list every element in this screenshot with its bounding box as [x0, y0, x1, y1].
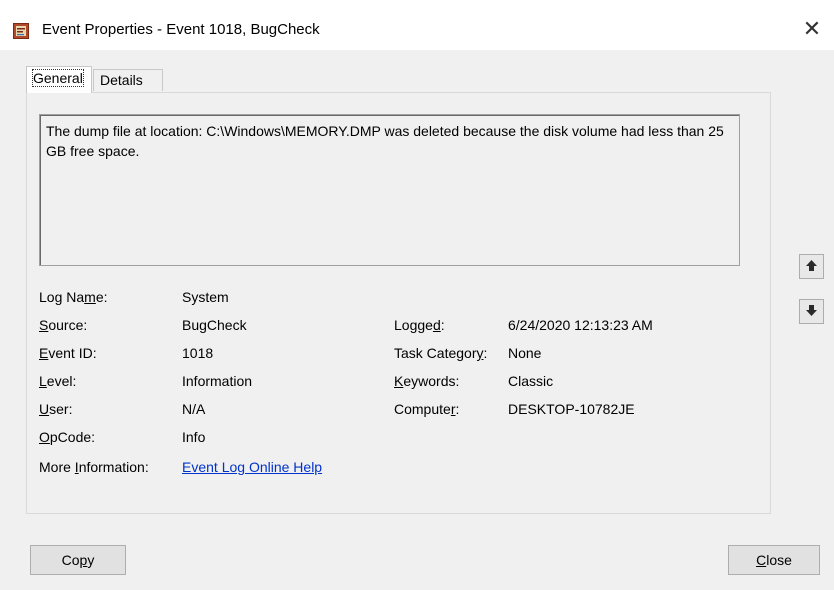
label-text: Compute — [394, 401, 451, 417]
label-text: : — [455, 401, 460, 417]
label-text: nformation: — [78, 459, 149, 475]
label-text: ource: — [48, 317, 88, 333]
tab-details-label: Details — [100, 72, 143, 88]
tab-general[interactable]: General — [26, 66, 92, 93]
previous-event-button[interactable] — [799, 254, 824, 279]
label-text: e: — [95, 289, 108, 305]
label-computer: Computer: — [394, 401, 459, 417]
close-window-icon[interactable]: ✕ — [798, 15, 826, 43]
window-title: Event Properties - Event 1018, BugCheck — [42, 21, 320, 38]
label-text: eywords: — [403, 373, 460, 389]
label-logged: Logged: — [394, 317, 445, 333]
value-keywords[interactable]: Classic — [508, 373, 553, 389]
tab-general-label: General — [32, 69, 84, 87]
arrow-down-icon — [805, 304, 818, 320]
event-description-box[interactable]: The dump file at location: C:\Windows\ME… — [39, 114, 740, 266]
title-bar: Event Properties - Event 1018, BugCheck … — [0, 10, 834, 50]
label-accel: O — [39, 429, 50, 445]
button-text: y — [87, 552, 95, 568]
label-accel: U — [39, 401, 50, 417]
label-user: User: — [39, 401, 72, 417]
value-computer[interactable]: DESKTOP-10782JE — [508, 401, 635, 417]
label-level: Level: — [39, 373, 76, 389]
label-accel: m — [84, 289, 96, 305]
value-log-name[interactable]: System — [182, 289, 229, 305]
label-text: : — [440, 317, 445, 333]
button-accel: C — [756, 552, 767, 568]
copy-button[interactable]: Copy — [30, 545, 126, 575]
label-keywords: Keywords: — [394, 373, 459, 389]
value-source[interactable]: BugCheck — [182, 317, 247, 333]
label-text: : — [483, 345, 488, 361]
arrow-up-icon — [805, 259, 818, 275]
label-text: Task Categor — [394, 345, 477, 361]
value-opcode[interactable]: Info — [182, 429, 205, 445]
label-task-category: Task Category: — [394, 345, 487, 361]
label-text: vent ID: — [48, 345, 97, 361]
value-level[interactable]: Information — [182, 373, 252, 389]
label-accel: K — [394, 373, 404, 389]
label-event-id: Event ID: — [39, 345, 97, 361]
label-text: evel: — [46, 373, 77, 389]
label-log-name: Log Name: — [39, 289, 108, 305]
close-button[interactable]: Close — [728, 545, 820, 575]
label-text: Log Na — [39, 289, 85, 305]
label-source: Source: — [39, 317, 87, 333]
value-logged[interactable]: 6/24/2020 12:13:23 AM — [508, 317, 653, 333]
top-strip — [0, 0, 834, 10]
label-opcode: OpCode: — [39, 429, 95, 445]
label-accel: L — [39, 373, 47, 389]
label-more-information: More Information: — [39, 459, 149, 475]
label-text: ser: — [49, 401, 73, 417]
next-event-button[interactable] — [799, 299, 824, 324]
tab-details[interactable]: Details — [93, 69, 163, 91]
button-text: lose — [766, 552, 792, 568]
label-text: Logge — [394, 317, 433, 333]
label-text: More — [39, 459, 75, 475]
label-accel: d — [432, 317, 441, 333]
label-text: pCode: — [49, 429, 96, 445]
event-viewer-app-icon — [13, 23, 29, 39]
value-event-id[interactable]: 1018 — [182, 345, 213, 361]
value-user[interactable]: N/A — [182, 401, 205, 417]
label-accel: E — [39, 345, 49, 361]
event-log-online-help-link[interactable]: Event Log Online Help — [182, 459, 322, 475]
label-accel: S — [39, 317, 49, 333]
value-task-category[interactable]: None — [508, 345, 541, 361]
button-text: Co — [61, 552, 80, 568]
